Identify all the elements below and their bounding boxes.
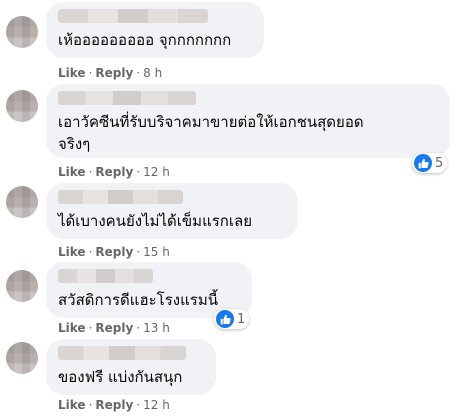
blurred-author-name[interactable] bbox=[58, 9, 208, 23]
comment-actions: Like · Reply · 12 h bbox=[58, 398, 170, 412]
reaction-number: 5 bbox=[435, 155, 444, 171]
comment-text: ได้เบางคนยังไม่ได้เข็มแรกเลย bbox=[58, 212, 252, 230]
like-link[interactable]: Like bbox=[58, 245, 86, 259]
avatar[interactable] bbox=[6, 186, 38, 218]
comment-text: เอาวัคซีนที่รับบริจาคมาขายต่อให้เอกชนสุด… bbox=[58, 113, 364, 153]
reply-link[interactable]: Reply bbox=[95, 321, 133, 335]
comment-text: ของฟรี แบ่งกันสนุก bbox=[58, 368, 183, 386]
comment-bubble: ของฟรี แบ่งกันสนุก bbox=[46, 339, 216, 395]
timestamp[interactable]: 12 h bbox=[143, 165, 170, 179]
comment-bubble: เห้อออออออออ จุกกกกกกก bbox=[46, 2, 264, 58]
timestamp[interactable]: 13 h bbox=[143, 321, 170, 335]
comment-actions: Like · Reply · 8 h bbox=[58, 66, 162, 80]
timestamp[interactable]: 12 h bbox=[143, 398, 170, 412]
separator: · bbox=[88, 66, 93, 80]
comment-bubble: เอาวัคซีนที่รับบริจาคมาขายต่อให้เอกชนสุด… bbox=[46, 84, 450, 158]
avatar[interactable] bbox=[6, 342, 38, 374]
separator: · bbox=[136, 66, 141, 80]
reply-link[interactable]: Reply bbox=[95, 245, 133, 259]
separator: · bbox=[136, 398, 141, 412]
timestamp[interactable]: 8 h bbox=[143, 66, 162, 80]
avatar[interactable] bbox=[6, 16, 38, 48]
comment-actions: Like · Reply · 12 h bbox=[58, 165, 170, 179]
thumbs-up-icon bbox=[414, 154, 432, 172]
reply-link[interactable]: Reply bbox=[95, 398, 133, 412]
like-link[interactable]: Like bbox=[58, 165, 86, 179]
reply-link[interactable]: Reply bbox=[95, 66, 133, 80]
comment-actions: Like · Reply · 15 h bbox=[58, 245, 170, 259]
separator: · bbox=[88, 321, 93, 335]
separator: · bbox=[88, 398, 93, 412]
reply-link[interactable]: Reply bbox=[95, 165, 133, 179]
separator: · bbox=[136, 165, 141, 179]
separator: · bbox=[136, 321, 141, 335]
reaction-number: 1 bbox=[237, 311, 246, 327]
comment-bubble: ได้เบางคนยังไม่ได้เข็มแรกเลย bbox=[46, 183, 298, 239]
separator: · bbox=[88, 165, 93, 179]
avatar[interactable] bbox=[6, 90, 38, 122]
blurred-author-name[interactable] bbox=[58, 190, 183, 204]
reaction-count[interactable]: 1 bbox=[214, 309, 250, 329]
like-link[interactable]: Like bbox=[58, 66, 86, 80]
comment-actions: Like · Reply · 13 h bbox=[58, 321, 170, 335]
blurred-author-name[interactable] bbox=[58, 346, 186, 360]
separator: · bbox=[136, 245, 141, 259]
comment-text: เห้อออออออออ จุกกกกกกก bbox=[58, 31, 232, 49]
separator: · bbox=[88, 245, 93, 259]
timestamp[interactable]: 15 h bbox=[143, 245, 170, 259]
like-link[interactable]: Like bbox=[58, 321, 86, 335]
thumbs-up-icon bbox=[216, 310, 234, 328]
blurred-author-name[interactable] bbox=[58, 91, 196, 105]
reaction-count[interactable]: 5 bbox=[412, 153, 448, 173]
blurred-author-name[interactable] bbox=[58, 269, 153, 283]
avatar[interactable] bbox=[6, 270, 38, 302]
like-link[interactable]: Like bbox=[58, 398, 86, 412]
comment-text: สวัสดิการดีแฮะโรงแรมนี้ bbox=[58, 291, 218, 309]
